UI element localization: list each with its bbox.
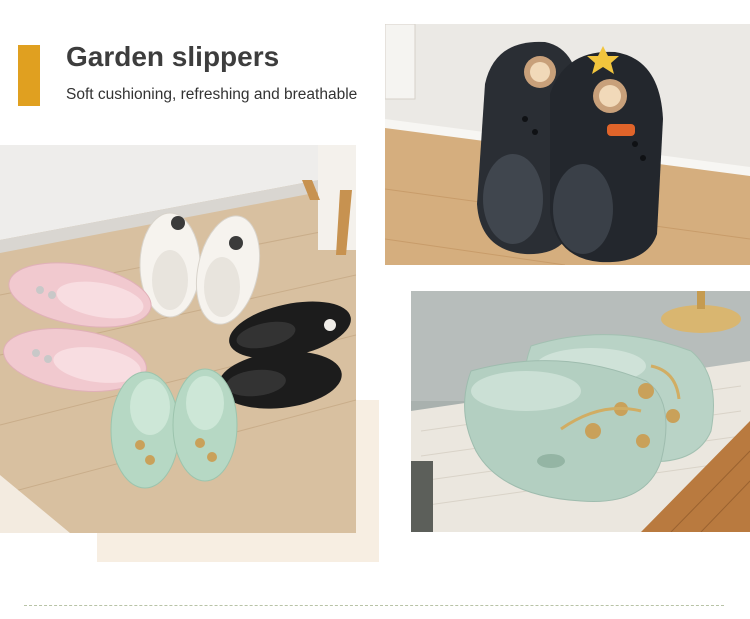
page-subtitle: Soft cushioning, refreshing and breathab… — [66, 86, 358, 103]
accent-bar — [18, 45, 40, 106]
dashed-divider — [24, 605, 724, 606]
mint-slippers-photo — [411, 291, 750, 532]
slippers-circle-photo — [0, 145, 356, 533]
page-title: Garden slippers — [66, 41, 280, 72]
black-slippers-photo — [385, 24, 750, 265]
